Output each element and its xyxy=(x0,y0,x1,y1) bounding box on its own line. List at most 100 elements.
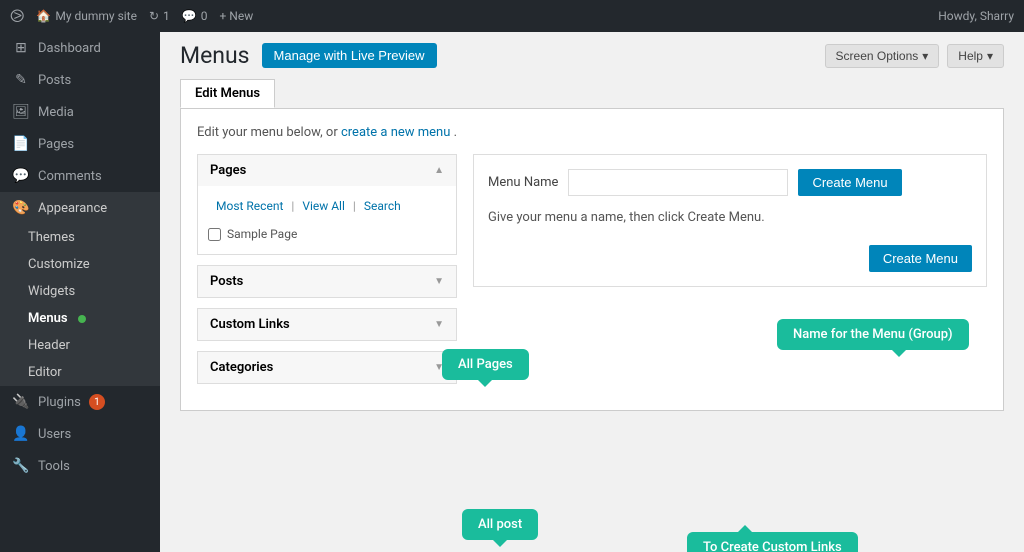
menus-label: Menus xyxy=(28,311,68,326)
content-box: Edit your menu below, or create a new me… xyxy=(180,108,1004,411)
edit-notice: Edit your menu below, or create a new me… xyxy=(197,125,987,140)
tab-view-all[interactable]: View All xyxy=(294,196,353,216)
sidebar-item-users[interactable]: 👤 Users xyxy=(0,418,160,450)
two-col-layout: Pages ▲ Most Recent | View All | xyxy=(197,154,987,394)
tab-edit-menus[interactable]: Edit Menus xyxy=(180,79,275,108)
tooltip-menu-name: Name for the Menu (Group) xyxy=(777,319,969,350)
sidebar-label-posts: Posts xyxy=(38,73,71,88)
categories-section-title: Categories xyxy=(210,360,273,375)
pages-chevron-icon: ▲ xyxy=(434,165,444,176)
admin-bar: ⧁ 🏠 My dummy site ↻ 1 💬 0 + New Howdy, S… xyxy=(0,0,1024,32)
appearance-submenu: Themes Customize Widgets Menus Header Ed… xyxy=(0,224,160,386)
live-preview-button[interactable]: Manage with Live Preview xyxy=(262,43,437,68)
sidebar-item-widgets[interactable]: Widgets xyxy=(0,278,160,305)
help-label: Help xyxy=(958,49,983,63)
categories-panel-header[interactable]: Categories ▼ xyxy=(198,352,456,383)
themes-label: Themes xyxy=(28,230,75,245)
tab-most-recent[interactable]: Most Recent xyxy=(208,196,291,216)
sidebar-item-themes[interactable]: Themes xyxy=(0,224,160,251)
users-icon: 👤 xyxy=(12,426,30,442)
sidebar-label-tools: Tools xyxy=(38,459,70,474)
screen-options-chevron: ▾ xyxy=(922,49,928,63)
menu-name-input[interactable] xyxy=(568,169,788,196)
sidebar-label-appearance: Appearance xyxy=(38,201,107,216)
sidebar-label-plugins: Plugins xyxy=(38,395,81,410)
site-name-link[interactable]: My dummy site xyxy=(55,9,137,23)
comments-sidebar-icon: 💬 xyxy=(12,168,30,184)
sidebar-label-media: Media xyxy=(38,105,74,120)
new-item[interactable]: + New xyxy=(220,9,254,23)
help-button[interactable]: Help ▾ xyxy=(947,44,1004,68)
sidebar-item-media[interactable]: 🖼 Media xyxy=(0,96,160,128)
screen-options-label: Screen Options xyxy=(836,49,919,63)
custom-links-section-title: Custom Links xyxy=(210,317,290,332)
pages-tabs: Most Recent | View All | Search xyxy=(208,196,446,216)
sidebar-item-customize[interactable]: Customize xyxy=(0,251,160,278)
right-panel: Menu Name Create Menu Give your menu a n… xyxy=(473,154,987,394)
posts-icon: ✎ xyxy=(12,72,30,88)
main-header: Menus Manage with Live Preview Screen Op… xyxy=(160,32,1024,69)
sidebar-item-comments[interactable]: 💬 Comments xyxy=(0,160,160,192)
help-chevron: ▾ xyxy=(987,49,993,63)
sidebar-item-header[interactable]: Header xyxy=(0,332,160,359)
tooltip-all-post: All post xyxy=(462,509,538,540)
posts-panel-header[interactable]: Posts ▼ xyxy=(198,266,456,297)
tab-search[interactable]: Search xyxy=(356,196,409,216)
create-new-menu-link[interactable]: create a new menu xyxy=(341,125,450,140)
site-name-item[interactable]: 🏠 My dummy site xyxy=(36,9,137,23)
pages-icon: 📄 xyxy=(12,136,30,152)
custom-links-section: Custom Links ▼ xyxy=(197,308,457,341)
tabs-row: Edit Menus xyxy=(160,69,1024,108)
howdy-text: Howdy, Sharry xyxy=(938,9,1014,23)
updates-count: 1 xyxy=(163,9,170,23)
plugins-icon: 🔌 xyxy=(12,394,30,410)
pages-section-title: Pages xyxy=(210,163,246,178)
appearance-icon: 🎨 xyxy=(12,200,30,216)
sample-page-label: Sample Page xyxy=(227,227,297,241)
sidebar-item-editor[interactable]: Editor xyxy=(0,359,160,386)
posts-chevron-icon: ▼ xyxy=(434,276,444,287)
comments-item[interactable]: 💬 0 xyxy=(182,9,208,23)
wp-logo-icon[interactable]: ⧁ xyxy=(10,6,24,27)
sidebar: ⊞ Dashboard ✎ Posts 🖼 Media 📄 Pages 💬 Co… xyxy=(0,32,160,552)
updates-icon: ↻ xyxy=(149,9,159,23)
menu-hint: Give your menu a name, then click Create… xyxy=(488,210,972,225)
posts-section-title: Posts xyxy=(210,274,243,289)
screen-options-button[interactable]: Screen Options ▾ xyxy=(825,44,940,68)
menu-name-row: Menu Name Create Menu xyxy=(488,169,972,196)
sidebar-item-menus[interactable]: Menus xyxy=(0,305,160,332)
sidebar-item-dashboard[interactable]: ⊞ Dashboard xyxy=(0,32,160,64)
updates-item[interactable]: ↻ 1 xyxy=(149,9,170,23)
page-body: Edit your menu below, or create a new me… xyxy=(160,108,1024,431)
posts-section: Posts ▼ xyxy=(197,265,457,298)
sidebar-item-posts[interactable]: ✎ Posts xyxy=(0,64,160,96)
pages-panel-body: Most Recent | View All | Search Sample P… xyxy=(198,186,456,254)
right-panel-box: Menu Name Create Menu Give your menu a n… xyxy=(473,154,987,287)
pages-panel-header[interactable]: Pages ▲ xyxy=(198,155,456,186)
sidebar-label-pages: Pages xyxy=(38,137,74,152)
plugins-badge: 1 xyxy=(89,394,105,410)
main-content: Menus Manage with Live Preview Screen Op… xyxy=(160,32,1024,552)
pages-section: Pages ▲ Most Recent | View All | xyxy=(197,154,457,255)
editor-label: Editor xyxy=(28,365,62,380)
categories-section: Categories ▼ xyxy=(197,351,457,384)
widgets-label: Widgets xyxy=(28,284,75,299)
sample-page-checkbox[interactable] xyxy=(208,228,221,241)
media-icon: 🖼 xyxy=(12,104,30,120)
custom-links-chevron-icon: ▼ xyxy=(434,319,444,330)
customize-label: Customize xyxy=(28,257,90,272)
page-title: Menus xyxy=(180,42,250,69)
new-link[interactable]: + New xyxy=(220,9,254,23)
sidebar-label-users: Users xyxy=(38,427,71,442)
tools-icon: 🔧 xyxy=(12,458,30,474)
sidebar-item-plugins[interactable]: 🔌 Plugins 1 xyxy=(0,386,160,418)
create-menu-button-top[interactable]: Create Menu xyxy=(798,169,901,196)
create-menu-button-bottom[interactable]: Create Menu xyxy=(869,245,972,272)
custom-links-panel-header[interactable]: Custom Links ▼ xyxy=(198,309,456,340)
dashboard-icon: ⊞ xyxy=(12,40,30,56)
sidebar-label-comments: Comments xyxy=(38,169,102,184)
sidebar-item-pages[interactable]: 📄 Pages xyxy=(0,128,160,160)
sidebar-item-tools[interactable]: 🔧 Tools xyxy=(0,450,160,482)
menu-name-label: Menu Name xyxy=(488,175,558,190)
sidebar-item-appearance[interactable]: 🎨 Appearance xyxy=(0,192,160,224)
